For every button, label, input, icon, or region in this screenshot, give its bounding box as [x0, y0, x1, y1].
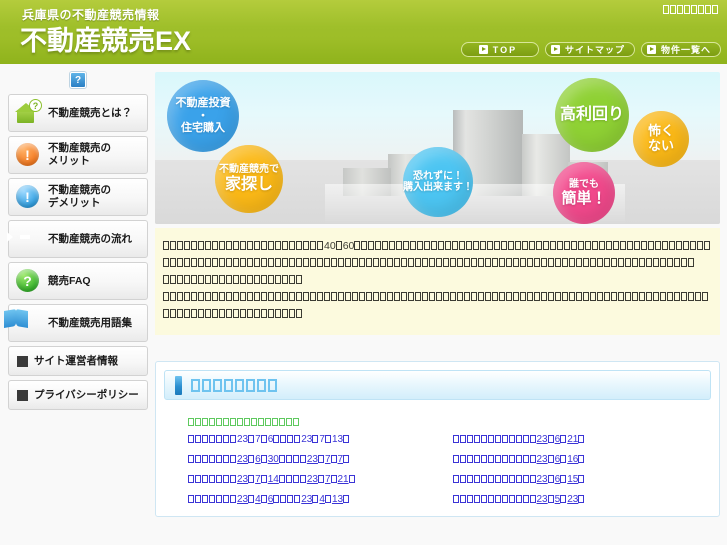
- bubble-no-fear-purchase[interactable]: 恐れずに！ 購入出来ます！: [403, 147, 473, 217]
- bubble-line: 家探し: [224, 175, 273, 193]
- news-link[interactable]: 23 6 21: [452, 434, 712, 445]
- sidebar-item-label: 不動産競売の流れ: [48, 232, 132, 245]
- bubble-easy-for-anyone[interactable]: 誰でも 簡単！: [553, 162, 615, 224]
- news-list: 23 7 6 23 7 13 23 6 30 23 7 7 23 7 14 23 7 21 23 4 6 23 4 13 23…: [164, 400, 711, 514]
- bubble-line: 誰でも: [569, 178, 599, 190]
- bubble-line: ・: [197, 109, 209, 122]
- sidebar-item-label: 不動産競売の デメリット: [48, 184, 111, 209]
- bubble-house-hunting[interactable]: 不動産競売で 家探し: [215, 145, 283, 213]
- bubble-line: 不動産競売で: [219, 164, 279, 176]
- nav-sitemap-button[interactable]: サイトマップ: [544, 42, 635, 57]
- intro-line-2: [163, 255, 712, 272]
- news-link[interactable]: 23 7 6 23 7 13: [188, 434, 447, 445]
- news-link[interactable]: 23 6 16: [452, 454, 712, 465]
- bubble-high-yield[interactable]: 高利回り: [555, 78, 629, 152]
- sidebar-item-label: プライバシーポリシー: [34, 388, 139, 401]
- sidebar-item-faq[interactable]: ? 競売FAQ: [8, 262, 148, 300]
- bubble-line: 恐れずに！: [413, 170, 463, 182]
- arrow-right-icon: [15, 226, 41, 252]
- news-panel-header: [164, 370, 711, 400]
- sidebar-item-privacy-policy[interactable]: プライバシーポリシー: [8, 380, 148, 410]
- sidebar-item-demerits[interactable]: ! 不動産競売の デメリット: [8, 178, 148, 216]
- sidebar-item-glossary[interactable]: 不動産競売用語集: [8, 304, 148, 342]
- intro-paragraph: 40 60: [155, 228, 720, 335]
- news-panel: 23 7 6 23 7 13 23 6 30 23 7 7 23 7 14 23 7 21 23 4 6 23 4 13 23…: [155, 361, 720, 517]
- news-category-label: [188, 417, 300, 428]
- site-title: 不動産競売EX: [20, 26, 192, 56]
- news-link[interactable]: 23 7 14 23 7 21: [188, 474, 447, 485]
- intro-line-5: [163, 306, 712, 323]
- book-icon: [15, 310, 41, 336]
- news-column-right: 23 6 21 23 6 16 23 6 15 23 5 23: [452, 434, 712, 514]
- sidebar-item-label: 不動産競売の メリット: [48, 142, 111, 167]
- square-bullet-icon: [17, 389, 28, 401]
- bubble-line: 購入出来ます！: [403, 182, 473, 193]
- page-body: ? ? 不動産競売とは？ ! 不動産競売の メリット ! 不動産競売の デメリット …: [0, 64, 727, 545]
- sidebar-item-label: サイト運営者情報: [34, 354, 118, 367]
- square-bullet-icon: [17, 355, 28, 367]
- main-content: 不動産投資 ・ 住宅購入 不動産競売で 家探し 恐れずに！ 購入出来ます！ 高利…: [155, 72, 720, 517]
- news-column-left: 23 7 6 23 7 13 23 6 30 23 7 7 23 7 14 23 7 21 23 4 6 23 4 13: [188, 434, 447, 514]
- exclamation-blue-icon: !: [15, 184, 41, 210]
- house-question-icon: ?: [15, 99, 42, 126]
- nav-property-list-label: 物件一覧へ: [660, 45, 711, 55]
- sidebar-item-label: 不動産競売とは？: [48, 106, 132, 119]
- hero-banner: 不動産投資 ・ 住宅購入 不動産競売で 家探し 恐れずに！ 購入出来ます！ 高利…: [155, 72, 720, 224]
- play-square-icon: [550, 45, 560, 54]
- nav-top-label: TOP: [492, 44, 518, 55]
- news-link[interactable]: 23 5 23: [452, 494, 712, 505]
- sidebar-item-label: 不動産競売用語集: [48, 316, 132, 329]
- site-header: 兵庫県の不動産競売情報 不動産競売EX TOP サイトマップ 物件一覧へ: [0, 0, 727, 64]
- exclamation-orange-icon: !: [15, 142, 41, 168]
- news-link[interactable]: 23 6 15: [452, 474, 712, 485]
- news-bar-icon: [175, 375, 182, 395]
- bubble-line: 不動産投資: [175, 97, 231, 110]
- news-panel-title: [191, 378, 279, 393]
- play-square-icon: [646, 45, 656, 54]
- bubble-line: 高利回り: [559, 105, 624, 123]
- nav-sitemap-label: サイトマップ: [564, 45, 625, 55]
- intro-line-1: 40 60: [163, 238, 712, 255]
- question-green-icon: ?: [15, 268, 41, 294]
- help-badge-icon[interactable]: ?: [70, 72, 86, 88]
- intro-line-3: [163, 272, 712, 289]
- header-nav: TOP サイトマップ 物件一覧へ: [460, 42, 721, 57]
- sidebar-item-label: 競売FAQ: [48, 274, 91, 287]
- sidebar-item-merits[interactable]: ! 不動産競売の メリット: [8, 136, 148, 174]
- sidebar-item-what-is-auction[interactable]: ? 不動産競売とは？: [8, 94, 148, 132]
- news-link[interactable]: 23 4 6 23 4 13: [188, 494, 447, 505]
- bubble-investment[interactable]: 不動産投資 ・ 住宅購入: [167, 80, 239, 152]
- news-link[interactable]: 23 6 30 23 7 7: [188, 454, 447, 465]
- intro-line-4: [163, 289, 712, 306]
- bubble-not-scary[interactable]: 怖く ない: [633, 111, 689, 167]
- sidebar-item-operator-info[interactable]: サイト運営者情報: [8, 346, 148, 376]
- header-contact-link[interactable]: [663, 5, 719, 15]
- sidebar-item-process-flow[interactable]: 不動産競売の流れ: [8, 220, 148, 258]
- news-columns: 23 7 6 23 7 13 23 6 30 23 7 7 23 7 14 23 7 21 23 4 6 23 4 13 23…: [188, 434, 711, 514]
- sidebar: ? ? 不動産競売とは？ ! 不動産競売の メリット ! 不動産競売の デメリット …: [8, 72, 148, 414]
- nav-property-list-button[interactable]: 物件一覧へ: [640, 42, 721, 57]
- bubble-line: 簡単！: [561, 190, 607, 208]
- bubble-line: 住宅購入: [181, 122, 225, 135]
- nav-top-button[interactable]: TOP: [460, 42, 539, 57]
- bubble-line: ない: [647, 138, 674, 153]
- play-square-icon: [478, 45, 488, 54]
- bubble-line: 怖く: [647, 123, 674, 139]
